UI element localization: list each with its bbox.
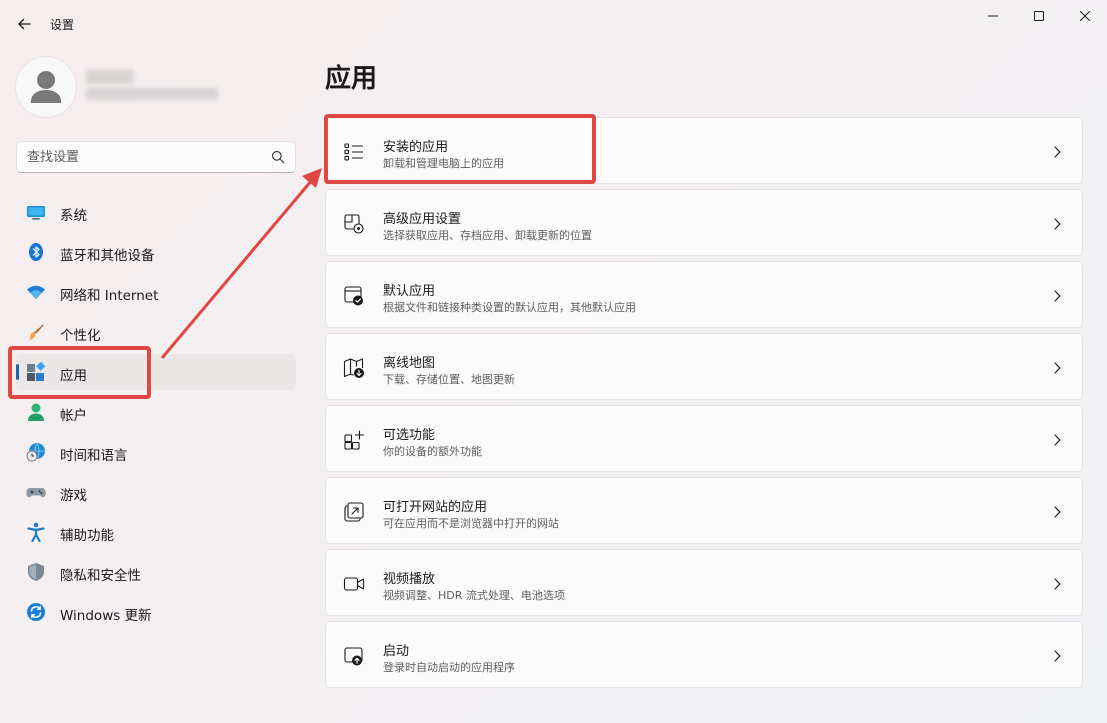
card-title: 高级应用设置 [383, 212, 462, 227]
app-settings-icon [344, 214, 364, 234]
optional-features-card[interactable]: 可选功能 你的设备的额外功能 [325, 405, 1083, 472]
title-bar: 设置 [0, 0, 1107, 48]
card-title: 可选功能 [383, 428, 436, 443]
video-icon [343, 577, 365, 591]
open-external-icon [344, 502, 364, 522]
gamepad-icon [26, 482, 46, 502]
sidebar-item-label: 游戏 [60, 488, 87, 504]
window-title: 设置 [50, 18, 75, 32]
sidebar-item-windows-update[interactable]: Windows 更新 [16, 594, 296, 630]
sidebar-item-label: 时间和语言 [60, 448, 128, 464]
sidebar-item-label: 辅助功能 [60, 528, 114, 544]
startup-icon [344, 647, 363, 666]
page-title: 应用 [325, 64, 378, 94]
minimize-button[interactable] [970, 0, 1016, 32]
sidebar-item-system[interactable]: 系统 [16, 194, 296, 230]
sidebar-item-label: 隐私和安全性 [60, 568, 141, 584]
chevron-right-icon [1054, 290, 1061, 302]
card-title: 视频播放 [383, 572, 436, 587]
apps-icon [26, 362, 46, 382]
card-title: 离线地图 [383, 356, 436, 371]
chevron-right-icon [1054, 146, 1061, 158]
sidebar-item-label: Windows 更新 [60, 608, 152, 624]
sidebar-item-bluetooth[interactable]: 蓝牙和其他设备 [16, 234, 296, 270]
apps-for-websites-card[interactable]: 可打开网站的应用 可在应用而不是浏览器中打开的网站 [325, 477, 1083, 544]
map-download-icon [343, 358, 364, 378]
default-apps-icon [344, 286, 363, 306]
sidebar-item-time-language[interactable]: 时间和语言 [16, 434, 296, 470]
bluetooth-icon [26, 242, 46, 262]
chevron-right-icon [1054, 506, 1061, 518]
chevron-right-icon [1054, 434, 1061, 446]
sidebar-item-label: 个性化 [60, 328, 101, 344]
sidebar-item-privacy[interactable]: 隐私和安全性 [16, 554, 296, 590]
accessibility-icon [26, 522, 46, 542]
advanced-app-settings-card[interactable]: 高级应用设置 选择获取应用、存档应用、卸载更新的位置 [325, 189, 1083, 256]
brush-icon [26, 322, 46, 342]
sidebar-item-accounts[interactable]: 帐户 [16, 394, 296, 430]
maximize-icon [1034, 11, 1044, 21]
selection-indicator [16, 364, 19, 380]
back-arrow-icon [18, 18, 31, 30]
chevron-right-icon [1054, 362, 1061, 374]
minimize-icon [988, 15, 998, 17]
default-apps-card[interactable]: 默认应用 根据文件和链接种类设置的默认应用，其他默认应用 [325, 261, 1083, 328]
monitor-icon [26, 202, 46, 222]
close-icon [1080, 11, 1090, 21]
sidebar-item-accessibility[interactable]: 辅助功能 [16, 514, 296, 550]
update-icon [26, 602, 46, 622]
card-title: 可打开网站的应用 [383, 500, 488, 515]
card-subtitle: 登录时自动启动的应用程序 [383, 661, 515, 674]
search-icon[interactable] [271, 150, 285, 164]
user-icon [31, 71, 61, 103]
card-title: 启动 [383, 644, 410, 659]
list-icon [344, 143, 363, 161]
sidebar-nav: 系统 蓝牙和其他设备 网络和 Internet 个性化 应用 帐户 时间和语言 … [16, 194, 296, 634]
sidebar-item-label: 帐户 [60, 408, 87, 424]
settings-list: 安装的应用 卸载和管理电脑上的应用 高级应用设置 选择获取应用、存档应用、卸载更… [325, 117, 1083, 693]
startup-card[interactable]: 启动 登录时自动启动的应用程序 [325, 621, 1083, 688]
close-button[interactable] [1062, 0, 1107, 32]
sidebar-item-apps[interactable]: 应用 [16, 354, 296, 390]
card-title: 安装的应用 [383, 140, 449, 155]
globe-clock-icon [26, 442, 46, 462]
sidebar-item-personalization[interactable]: 个性化 [16, 314, 296, 350]
card-subtitle: 可在应用而不是浏览器中打开的网站 [383, 517, 559, 530]
back-button[interactable] [10, 10, 38, 38]
sidebar-item-label: 网络和 Internet [60, 288, 159, 304]
card-subtitle: 选择获取应用、存档应用、卸载更新的位置 [383, 229, 592, 242]
sidebar-item-gaming[interactable]: 游戏 [16, 474, 296, 510]
wifi-icon [26, 282, 46, 302]
sidebar-item-network[interactable]: 网络和 Internet [16, 274, 296, 310]
search-input[interactable] [17, 142, 267, 172]
chevron-right-icon [1054, 578, 1061, 590]
chevron-right-icon [1054, 218, 1061, 230]
card-subtitle: 视频调整、HDR 流式处理、电池选项 [383, 589, 565, 602]
card-title: 默认应用 [383, 284, 436, 299]
card-subtitle: 下载、存储位置、地图更新 [383, 373, 515, 386]
sidebar-item-label: 蓝牙和其他设备 [60, 248, 155, 264]
search-box[interactable] [16, 141, 296, 173]
sidebar-item-label: 系统 [60, 208, 87, 224]
card-subtitle: 你的设备的额外功能 [383, 445, 482, 458]
video-playback-card[interactable]: 视频播放 视频调整、HDR 流式处理、电池选项 [325, 549, 1083, 616]
account-icon [26, 402, 46, 422]
avatar[interactable] [16, 57, 76, 117]
shield-icon [26, 562, 46, 582]
installed-apps-card[interactable]: 安装的应用 卸载和管理电脑上的应用 [325, 117, 1083, 184]
card-subtitle: 卸载和管理电脑上的应用 [383, 157, 504, 170]
add-features-icon [344, 430, 364, 450]
card-subtitle: 根据文件和链接种类设置的默认应用，其他默认应用 [383, 301, 636, 314]
offline-maps-card[interactable]: 离线地图 下载、存储位置、地图更新 [325, 333, 1083, 400]
maximize-button[interactable] [1016, 0, 1062, 32]
sidebar-item-label: 应用 [60, 368, 87, 384]
chevron-right-icon [1054, 650, 1061, 662]
